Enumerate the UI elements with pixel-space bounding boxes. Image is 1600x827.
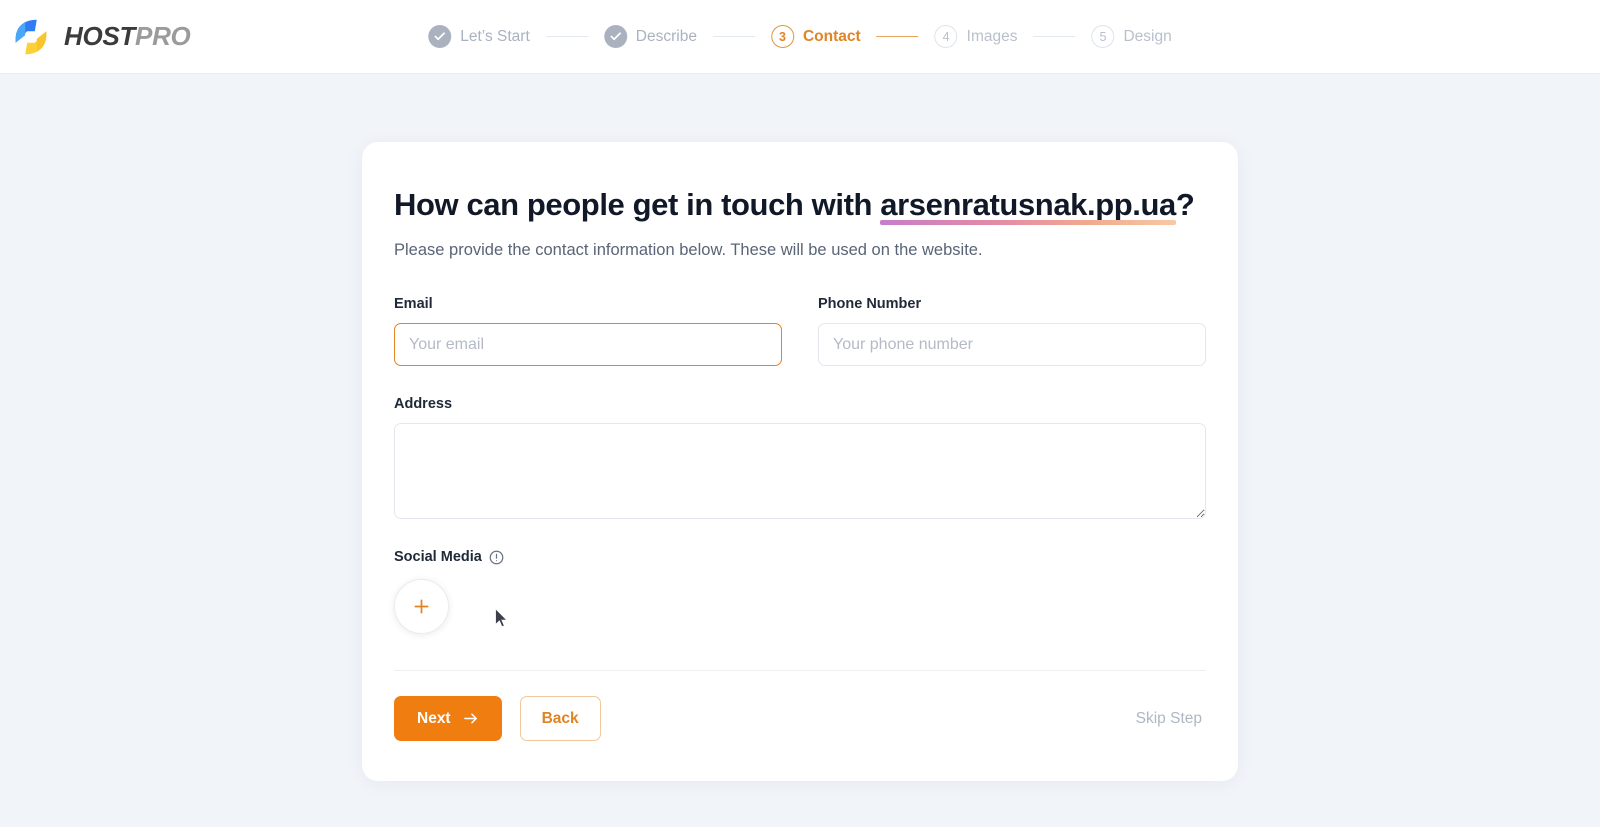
- step-4-label: Images: [966, 27, 1018, 45]
- step-connector-4: [1033, 35, 1076, 38]
- brand-name-host: HOST: [64, 21, 136, 51]
- address-textarea[interactable]: [394, 423, 1206, 520]
- page-body: How can people get in touch with arsenra…: [0, 74, 1600, 782]
- contact-field-row: Email Phone Number: [394, 296, 1206, 367]
- phone-field-group: Phone Number: [818, 296, 1206, 367]
- check-icon: [610, 32, 621, 41]
- step-3-label: Contact: [802, 27, 861, 45]
- step-connector-1: [545, 35, 588, 38]
- contact-form-card: How can people get in touch with arsenra…: [362, 142, 1238, 782]
- social-media-label-row: Social Media: [394, 549, 1206, 565]
- skip-step-button[interactable]: Skip Step: [1132, 710, 1206, 728]
- phone-input[interactable]: [818, 323, 1206, 367]
- page-title: How can people get in touch with arsenra…: [394, 186, 1206, 226]
- plus-icon: [414, 599, 429, 614]
- address-field-label: Address: [394, 396, 453, 413]
- app-header: HOSTPRO Let’s Start Describe 3 Contact 4…: [0, 0, 1600, 74]
- social-media-label: Social Media: [394, 549, 482, 566]
- brand-logo[interactable]: HOSTPRO: [8, 14, 191, 60]
- wizard-stepper: Let’s Start Describe 3 Contact 4 Images …: [428, 25, 1172, 48]
- step-1-label: Let’s Start: [460, 27, 530, 45]
- step-item-lets-start[interactable]: Let’s Start: [428, 25, 530, 48]
- back-button[interactable]: Back: [519, 696, 601, 742]
- address-field-group: Address: [394, 396, 1206, 520]
- next-button[interactable]: Next: [394, 696, 502, 742]
- check-icon: [434, 32, 445, 41]
- step-5-number-circle: 5: [1091, 25, 1115, 48]
- brand-name-pro: PRO: [135, 21, 191, 51]
- hostpro-leaf-logo-icon: [15, 19, 47, 54]
- step-item-images[interactable]: 4 Images: [934, 25, 1018, 48]
- step-connector-2: [712, 35, 755, 38]
- email-input[interactable]: [394, 323, 782, 367]
- step-item-design[interactable]: 5 Design: [1091, 25, 1172, 48]
- footer-divider: [394, 670, 1206, 672]
- step-4-number-circle: 4: [934, 25, 958, 48]
- email-field-group: Email: [394, 296, 782, 367]
- form-actions: Next Back Skip Step: [394, 696, 1206, 742]
- add-social-media-button[interactable]: [394, 579, 449, 635]
- page-title-prefix: How can people get in touch with: [394, 187, 881, 222]
- step-2-status-circle: [603, 25, 627, 48]
- step-item-contact[interactable]: 3 Contact: [770, 25, 861, 48]
- step-3-number-circle: 3: [770, 25, 794, 48]
- step-item-describe[interactable]: Describe: [603, 25, 697, 48]
- social-media-group: Social Media: [394, 549, 1206, 635]
- back-button-label: Back: [541, 709, 579, 727]
- page-subtitle: Please provide the contact information b…: [394, 241, 983, 260]
- brand-wordmark: HOSTPRO: [64, 21, 191, 52]
- step-2-label: Describe: [635, 27, 697, 45]
- email-field-label: Email: [394, 296, 433, 313]
- arrow-right-icon: [463, 713, 477, 724]
- phone-field-label: Phone Number: [818, 296, 922, 313]
- next-button-label: Next: [417, 709, 451, 727]
- page-title-suffix: ?: [1175, 187, 1195, 222]
- step-1-status-circle: [428, 25, 452, 48]
- step-5-label: Design: [1123, 27, 1172, 45]
- step-connector-3: [876, 35, 919, 38]
- page-title-domain: arsenratusnak.pp.ua: [880, 187, 1176, 226]
- info-circle-icon[interactable]: [489, 550, 504, 565]
